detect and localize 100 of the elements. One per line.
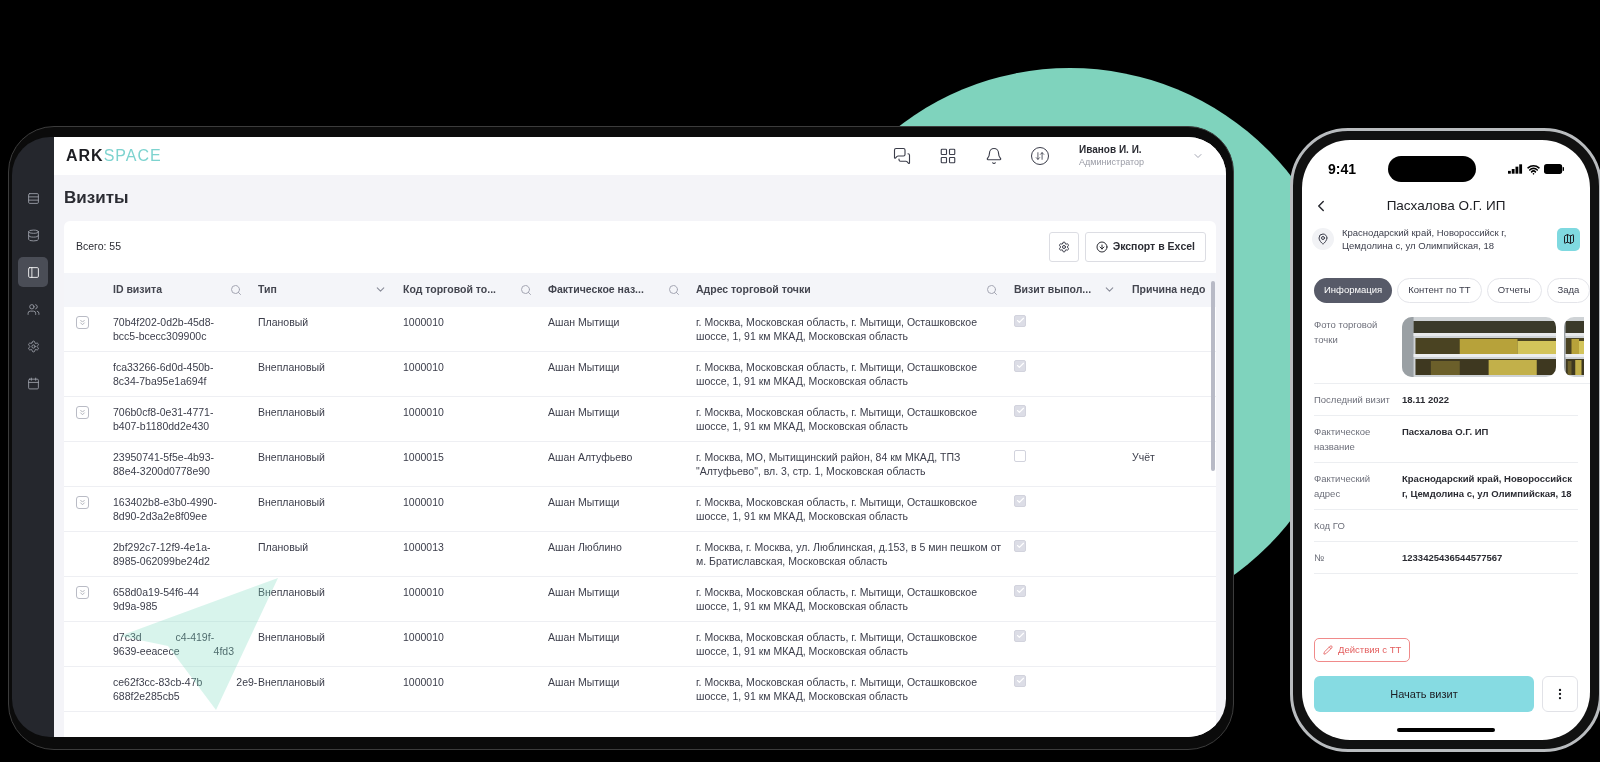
field-value: 1233425436544577567 <box>1402 551 1504 565</box>
checkbox[interactable] <box>1014 494 1026 507</box>
column-header[interactable]: Адрес торговой точки <box>696 281 982 298</box>
settings-button[interactable] <box>1048 231 1079 262</box>
table-cell-text: Плановый <box>258 539 310 554</box>
checkbox[interactable] <box>1014 629 1026 642</box>
search-icon[interactable] <box>520 283 532 296</box>
table-cell-text: Плановый <box>258 314 310 329</box>
table-cell-text: Внеплановый <box>258 629 326 644</box>
table-cell-text: Внеплановый <box>258 674 326 689</box>
table-cell-text: г. Москва, Московская область, г. Мытищи, Осташковское шоссе, 1, 91 км МКАД, Московская область <box>696 314 978 343</box>
logo: ARKSPACE <box>66 146 162 166</box>
column-header[interactable]: ID визита <box>113 281 226 298</box>
panel-icon <box>26 265 40 279</box>
search-icon[interactable] <box>230 283 242 296</box>
table-cell-text: Ашан Люблино <box>548 539 623 554</box>
signal-icon <box>1508 164 1523 174</box>
table-cell-text: Ашан Мытищи <box>548 584 621 599</box>
table-cell-text: 1000010 <box>403 629 445 644</box>
start-visit-button[interactable]: Начать визит <box>1314 676 1534 712</box>
table-cell-text: Внеплановый <box>258 359 326 374</box>
download-icon <box>1095 240 1108 253</box>
table-cell-text: г. Москва, МО, Мытищинский район, 84 км МКАД, ТПЗ "Алтуфьево", вл. 3, стр. 1, Московская область <box>696 449 962 478</box>
visit-id-text: ce62f3cc-83cb-47b <box>113 674 203 689</box>
table-cell-text: Внеплановый <box>258 584 326 599</box>
checkbox[interactable] <box>1014 314 1026 327</box>
location-icon <box>1312 228 1334 250</box>
table-cell-text: Ашан Мытищи <box>548 629 621 644</box>
table-cell-text: г. Москва, Московская область, г. Мытищи, Осташковское шоссе, 1, 91 км МКАД, Московская область <box>696 359 978 388</box>
field-value: Пасхалова О.Г. ИП <box>1402 425 1490 439</box>
field-value: 18.11 2022 <box>1402 393 1451 407</box>
table-cell-text: 1000010 <box>403 494 445 509</box>
notifications-icon[interactable] <box>985 147 1004 165</box>
visit-id-text: 2bf292c7-12f9-4e1a-8985-062099be24d2 <box>113 539 212 568</box>
help-chat-icon[interactable] <box>893 147 912 165</box>
table-cell-text: г. Москва, Московская область, г. Мытищи, Осташковское шоссе, 1, 91 км МКАД, Московская область <box>696 404 978 433</box>
tab[interactable]: Информация <box>1314 278 1393 303</box>
store-title: Пасхалова О.Г. ИП <box>1385 196 1507 215</box>
checkbox[interactable] <box>1014 539 1026 552</box>
table-cell-text: Внеплановый <box>258 404 326 419</box>
tab[interactable]: Контент по ТТ <box>1397 278 1482 303</box>
search-icon[interactable] <box>668 283 680 296</box>
total-count: Всего: 55 <box>76 238 122 254</box>
tab[interactable]: Отчеты <box>1486 278 1542 303</box>
visit-id-text: 23950741-5f5e-4b93-88e4-3200d0778e90 <box>113 449 215 478</box>
page-title: Визиты <box>63 187 130 209</box>
sidebar-item[interactable] <box>18 257 48 287</box>
visit-id-text: c4-419f- <box>175 629 215 644</box>
table-cell-text: г. Москва, Московская область, г. Мытищи, Осташковское шоссе, 1, 91 км МКАД, Московская область <box>696 629 978 658</box>
column-header[interactable]: Тип <box>258 281 370 298</box>
table-cell: Учёт <box>1132 450 1155 463</box>
settings-icon <box>26 339 40 353</box>
visit-id-text: 658d0a19-54f6-44 <box>113 584 199 599</box>
visit-id-text: 70b4f202-0d2b-45d8-bcc5-bcecc309900c <box>113 314 215 343</box>
expand-icon[interactable] <box>76 405 89 419</box>
visit-id-text: 163402b8-e3b0-4990-8d90-2d3a2e8f09ee <box>113 494 218 523</box>
visit-id-text: 9d9a-985 <box>113 598 158 613</box>
store-address: Краснодарский край, Новороссийск г, Цемдолина с, ул Олимпийская, 18 <box>1342 226 1508 252</box>
field-value: Краснодарский край, Новороссийск г, Цемдолина с, ул Олимпийская, 18 <box>1402 472 1573 501</box>
table-cell-text: г. Москва, Московская область, г. Мытищи, Осташковское шоссе, 1, 91 км МКАД, Московская область <box>696 494 978 523</box>
checkbox[interactable] <box>1014 449 1026 462</box>
table-cell-text: Внеплановый <box>258 449 326 464</box>
checkbox[interactable] <box>1014 584 1026 597</box>
visit-id-text: 688f2e285cb5 <box>113 688 180 703</box>
column-header[interactable]: Код торговой то... <box>403 281 516 298</box>
expand-icon[interactable] <box>76 315 89 329</box>
export-button[interactable]: Экспорт в Excel <box>1084 231 1206 262</box>
checkbox[interactable] <box>1014 674 1026 687</box>
checkbox[interactable] <box>1014 359 1026 372</box>
table-cell-text: 1000010 <box>403 584 445 599</box>
table-cell-text: г. Москва, г. Москва, ул. Люблинская, д.153, в 5 мин пешком от м. Братиславская, Московская область <box>696 539 1003 568</box>
expand-icon[interactable] <box>76 495 89 509</box>
field-label: Фактический адрес <box>1314 472 1372 501</box>
status-time: 9:41 <box>1328 159 1357 179</box>
table-cell-text: Ашан Мытищи <box>548 314 621 329</box>
column-header[interactable]: Визит выпол... <box>1014 281 1099 298</box>
expand-icon[interactable] <box>76 585 89 599</box>
search-icon[interactable] <box>986 283 998 296</box>
battery-icon <box>1544 164 1564 174</box>
checkbox[interactable] <box>1014 404 1026 417</box>
map-button[interactable] <box>1557 227 1580 251</box>
field-label: Фактическое название <box>1314 425 1372 454</box>
visit-id-text: 4fd3 <box>213 643 234 658</box>
actions-button[interactable]: Действия с ТТ <box>1314 638 1411 662</box>
apps-icon[interactable] <box>939 147 958 165</box>
table-cell-text: 1000010 <box>403 674 445 689</box>
column-header[interactable]: Фактическое наз... <box>548 281 664 298</box>
table-cell-text: г. Москва, Московская область, г. Мытищи, Осташковское шоссе, 1, 91 км МКАД, Московская область <box>696 674 978 703</box>
pencil-icon <box>1323 645 1333 655</box>
column-header[interactable]: Причина недо <box>1132 281 1206 298</box>
user-name: Иванов И. И. <box>1079 143 1143 156</box>
visit-id-text: 706b0cf8-0e31-4771-b407-b1180dd2e430 <box>113 404 215 433</box>
calendar-icon <box>26 376 40 390</box>
tab[interactable]: Зада <box>1546 278 1590 303</box>
visit-id-text: 9639-eeacece <box>113 643 180 658</box>
table-cell-text: 1000013 <box>403 539 445 554</box>
more-button[interactable] <box>1542 676 1578 712</box>
users-icon <box>26 302 40 316</box>
list-icon <box>26 191 40 205</box>
settings-icon <box>1057 240 1070 253</box>
